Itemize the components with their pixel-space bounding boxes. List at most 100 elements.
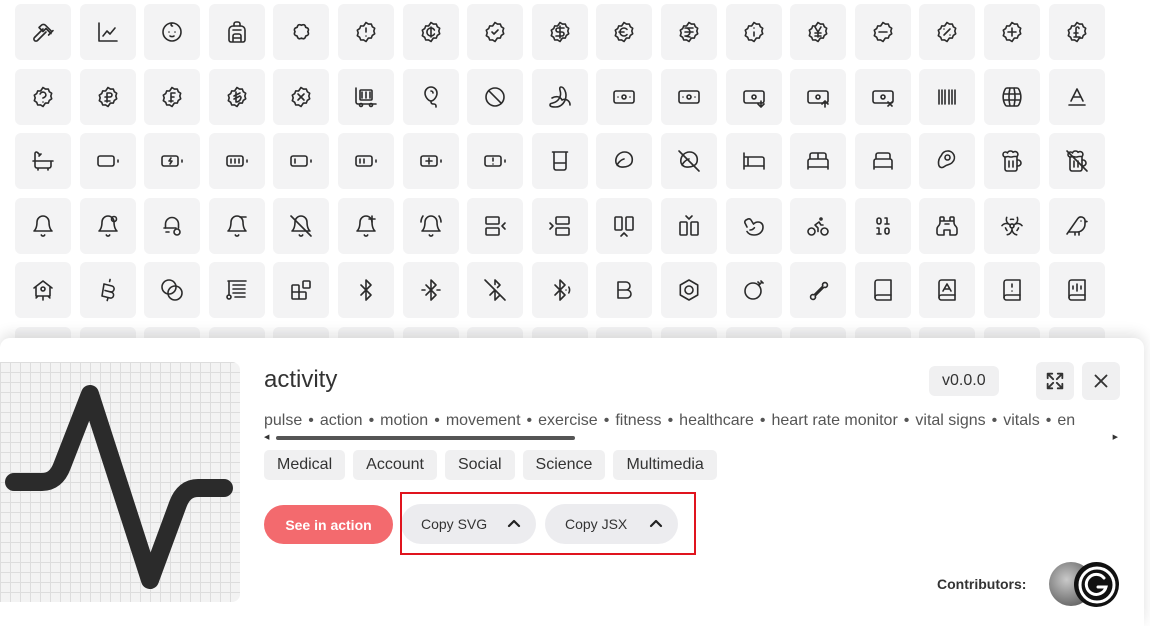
icon-tile[interactable] <box>790 69 847 125</box>
icon-tile[interactable] <box>1048 69 1105 125</box>
chevron-up-icon[interactable] <box>648 516 664 532</box>
close-button[interactable] <box>1082 362 1120 400</box>
icon-tile[interactable] <box>15 198 71 254</box>
icon-tile[interactable] <box>15 262 71 318</box>
category-chip[interactable]: Medical <box>264 450 346 480</box>
icon-tile[interactable] <box>144 69 201 125</box>
icon-tile[interactable] <box>79 69 136 125</box>
icon-tile[interactable] <box>467 4 524 60</box>
tags-scrollbar[interactable]: ◀ ▶ <box>264 434 1118 442</box>
icon-tile[interactable] <box>273 133 330 189</box>
icon-tile[interactable] <box>208 133 265 189</box>
icon-tile[interactable] <box>725 69 782 125</box>
icon-tile[interactable] <box>1048 198 1105 254</box>
contributor-avatar[interactable] <box>1074 562 1119 607</box>
icon-tile[interactable] <box>725 4 782 60</box>
icon-tile[interactable] <box>144 4 201 60</box>
icon-tile[interactable] <box>402 133 459 189</box>
icon-tile[interactable] <box>660 133 717 189</box>
category-chip[interactable]: Multimedia <box>613 450 717 480</box>
icon-tile[interactable] <box>725 133 782 189</box>
scrollbar-thumb[interactable] <box>276 436 575 440</box>
icon-tile[interactable] <box>144 262 201 318</box>
icon-tile[interactable] <box>854 4 911 60</box>
icon-tile[interactable] <box>273 4 330 60</box>
icon-tile[interactable] <box>919 4 976 60</box>
icon-tile[interactable] <box>983 133 1040 189</box>
icon-tile[interactable] <box>531 69 588 125</box>
icon-tile[interactable] <box>402 69 459 125</box>
icon-tile[interactable] <box>790 4 847 60</box>
icon-tile[interactable] <box>467 262 524 318</box>
icon-tile[interactable] <box>596 198 653 254</box>
icon-tile[interactable] <box>79 4 136 60</box>
icon-tile[interactable] <box>208 262 265 318</box>
icon-tile[interactable] <box>79 262 136 318</box>
icon-tile[interactable] <box>983 69 1040 125</box>
icon-tile[interactable] <box>144 133 201 189</box>
icon-tile[interactable] <box>725 262 782 318</box>
icon-tile[interactable] <box>467 69 524 125</box>
icon-tile[interactable] <box>15 4 71 60</box>
icon-tile[interactable] <box>1048 4 1105 60</box>
icon-tile[interactable] <box>467 198 524 254</box>
icon-tile[interactable] <box>15 133 71 189</box>
icon-tile[interactable] <box>531 198 588 254</box>
icon-tile[interactable] <box>854 198 911 254</box>
chevron-up-icon[interactable] <box>506 516 522 532</box>
icon-tile[interactable] <box>919 69 976 125</box>
icon-tile[interactable] <box>919 262 976 318</box>
category-chip[interactable]: Social <box>444 450 515 480</box>
icon-tile[interactable] <box>1048 262 1105 318</box>
icon-tile[interactable] <box>983 262 1040 318</box>
icon-tile[interactable] <box>273 262 330 318</box>
category-chip[interactable]: Science <box>522 450 606 480</box>
icon-tile[interactable] <box>337 262 394 318</box>
category-chip[interactable]: Account <box>353 450 437 480</box>
icon-tile[interactable] <box>660 4 717 60</box>
icon-tile[interactable] <box>660 198 717 254</box>
icon-tile[interactable] <box>660 262 717 318</box>
scroll-left-icon[interactable]: ◀ <box>264 434 269 442</box>
icon-tile[interactable] <box>467 133 524 189</box>
icon-tile[interactable] <box>208 69 265 125</box>
icon-tile[interactable] <box>790 262 847 318</box>
icon-tile[interactable] <box>854 133 911 189</box>
icon-tile[interactable] <box>337 4 394 60</box>
icon-tile[interactable] <box>337 133 394 189</box>
icon-tile[interactable] <box>144 198 201 254</box>
icon-tile[interactable] <box>790 133 847 189</box>
icon-tile[interactable] <box>854 69 911 125</box>
icon-tile[interactable] <box>79 198 136 254</box>
icon-tile[interactable] <box>208 4 265 60</box>
icon-tile[interactable] <box>790 198 847 254</box>
copy-svg-button[interactable]: Copy SVG <box>401 504 536 544</box>
icon-tile[interactable] <box>983 198 1040 254</box>
icon-tile[interactable] <box>337 198 394 254</box>
icon-tile[interactable] <box>596 262 653 318</box>
icon-tile[interactable] <box>983 4 1040 60</box>
icon-tile[interactable] <box>15 69 71 125</box>
icon-tile[interactable] <box>402 4 459 60</box>
icon-tile[interactable] <box>79 133 136 189</box>
icon-tile[interactable] <box>596 133 653 189</box>
icon-tile[interactable] <box>337 69 394 125</box>
icon-tile[interactable] <box>660 69 717 125</box>
scroll-right-icon[interactable]: ▶ <box>1113 434 1118 442</box>
icon-tile[interactable] <box>596 69 653 125</box>
icon-tile[interactable] <box>596 4 653 60</box>
icon-tile[interactable] <box>273 69 330 125</box>
icon-tile[interactable] <box>919 198 976 254</box>
version-badge[interactable]: v0.0.0 <box>929 366 999 396</box>
icon-tile[interactable] <box>402 198 459 254</box>
icon-tile[interactable] <box>531 133 588 189</box>
icon-tile[interactable] <box>208 198 265 254</box>
icon-tile[interactable] <box>1048 133 1105 189</box>
icon-tile[interactable] <box>854 262 911 318</box>
icon-tile[interactable] <box>725 198 782 254</box>
see-in-action-button[interactable]: See in action <box>264 505 393 544</box>
icon-tile[interactable] <box>402 262 459 318</box>
icon-tile[interactable] <box>273 198 330 254</box>
copy-jsx-button[interactable]: Copy JSX <box>545 504 678 544</box>
icon-tile[interactable] <box>919 133 976 189</box>
